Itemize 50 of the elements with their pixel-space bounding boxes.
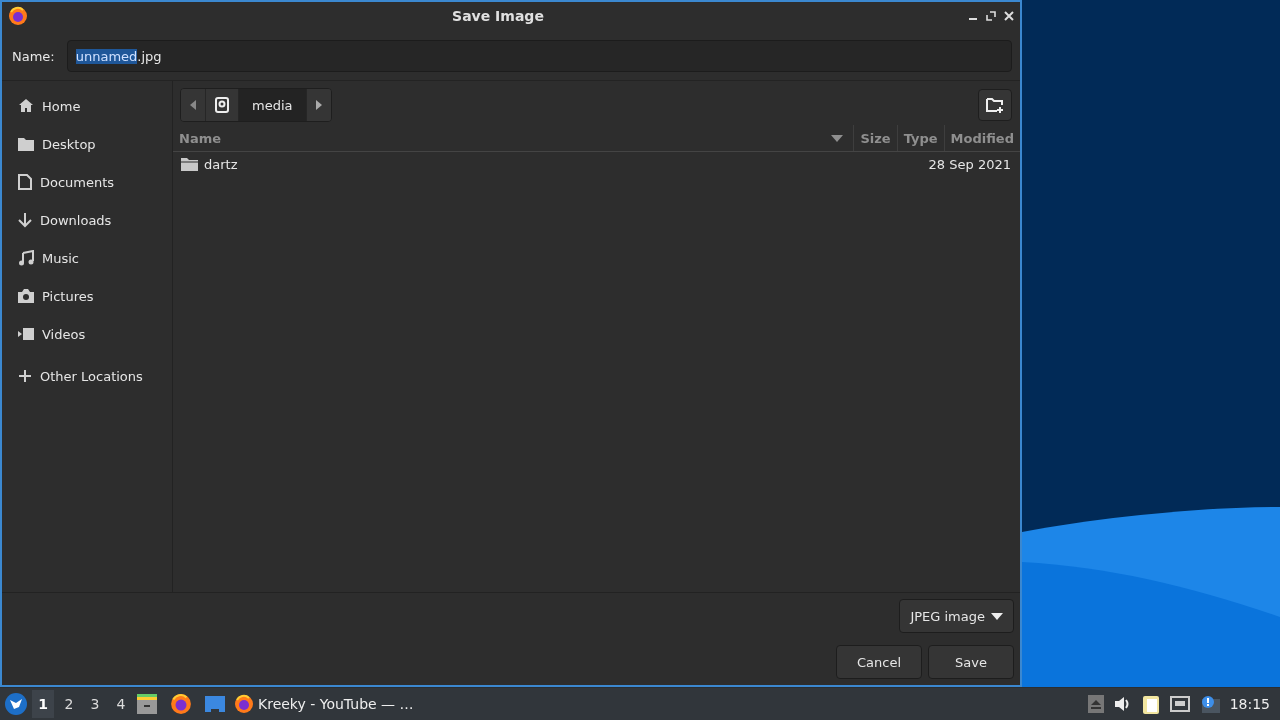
sidebar-item[interactable]: Pictures xyxy=(2,277,172,315)
sidebar-item[interactable]: Documents xyxy=(2,163,172,201)
sidebar-item[interactable]: Downloads xyxy=(2,201,172,239)
sidebar-item[interactable]: Videos xyxy=(2,315,172,353)
video-icon xyxy=(18,328,34,340)
column-header[interactable]: Modified xyxy=(943,125,1020,151)
home-icon xyxy=(18,98,34,114)
sidebar-item[interactable]: Music xyxy=(2,239,172,277)
sidebar-item[interactable]: Desktop xyxy=(2,125,172,163)
sort-caret-icon xyxy=(831,134,844,142)
document-icon xyxy=(18,174,32,190)
down-arrow-icon xyxy=(18,212,32,228)
drive-icon xyxy=(215,97,229,113)
clock: 18:15 xyxy=(1229,696,1270,712)
network-icon[interactable] xyxy=(1169,696,1190,712)
file-manager-icon[interactable] xyxy=(136,694,158,714)
path-segment[interactable]: media xyxy=(238,89,306,121)
sidebar-item[interactable]: Home xyxy=(2,87,172,125)
dialog-button[interactable]: Save xyxy=(928,645,1014,679)
sidebar-item[interactable]: Other Locations xyxy=(2,357,172,395)
folder-icon xyxy=(181,157,198,171)
clipboard-icon[interactable] xyxy=(1141,694,1160,714)
music-note-icon xyxy=(18,250,34,266)
close-icon[interactable] xyxy=(1004,11,1014,21)
workspace-button[interactable]: 3 xyxy=(84,690,106,718)
caret-icon xyxy=(991,612,1003,620)
column-header[interactable]: Size xyxy=(853,125,897,151)
desktop-icon[interactable] xyxy=(204,695,226,713)
folder-icon xyxy=(18,137,34,151)
file-name: dartz xyxy=(204,156,238,172)
eject-icon[interactable] xyxy=(1087,695,1104,713)
new-folder-button[interactable] xyxy=(978,89,1012,121)
workspace-button[interactable]: 1 xyxy=(32,690,54,718)
name-input-field[interactable]: unnamed.jpg xyxy=(66,40,1012,72)
plus-icon xyxy=(18,369,32,383)
column-header[interactable]: Type xyxy=(896,125,944,151)
window-title: Save Image xyxy=(451,8,545,24)
column-header[interactable]: Name xyxy=(173,125,854,151)
file-type-dropdown[interactable]: JPEG image xyxy=(899,599,1014,633)
taskbar-window-button[interactable]: Kreeky - YouTube — … xyxy=(230,689,418,719)
camera-icon xyxy=(18,289,34,303)
workspace-button[interactable]: 2 xyxy=(58,690,80,718)
dialog-button[interactable]: Cancel xyxy=(836,645,922,679)
start-menu-icon[interactable] xyxy=(4,692,28,716)
notification-icon[interactable] xyxy=(1199,695,1220,713)
modified-date: 28 Sep 2021 xyxy=(928,156,1011,172)
name-label: Name: xyxy=(12,48,55,64)
folder-plus-icon xyxy=(986,97,1004,113)
maximize-icon[interactable] xyxy=(986,11,996,21)
workspace-button[interactable]: 4 xyxy=(110,690,132,718)
